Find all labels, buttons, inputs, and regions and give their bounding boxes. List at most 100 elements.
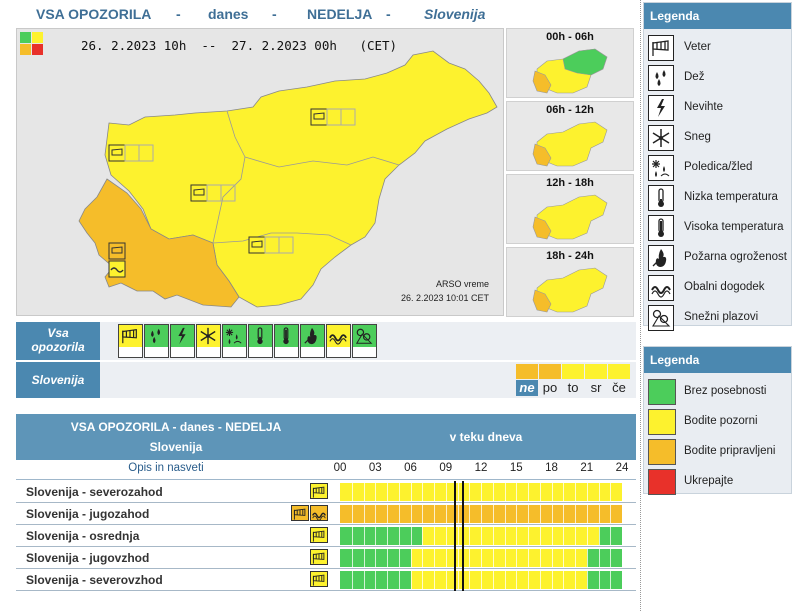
current-time-marker xyxy=(453,569,456,591)
fire-danger-warning-button[interactable] xyxy=(300,324,325,358)
mini-map-slot-4[interactable]: 18h - 24h xyxy=(506,247,634,317)
legend-item-wind: Veter xyxy=(648,35,793,61)
level-color-swatch xyxy=(648,379,676,405)
snow-warning-button[interactable] xyxy=(196,324,221,358)
hour-tick xyxy=(528,571,529,589)
wind-icon[interactable] xyxy=(310,527,328,543)
legend-item-thunderstorm: Nevihte xyxy=(648,95,793,121)
hour-tick xyxy=(469,527,471,545)
low-temperature-icon xyxy=(648,185,674,211)
hour-tick xyxy=(504,549,506,567)
thunderstorm-warning-button[interactable] xyxy=(170,324,195,358)
thunderstorm-icon xyxy=(648,95,674,121)
high-temperature-warning-button[interactable] xyxy=(274,324,299,358)
current-time-marker xyxy=(462,503,465,525)
hourly-timeline xyxy=(340,547,622,569)
coastal-event-icon[interactable] xyxy=(310,505,328,521)
hour-tick xyxy=(375,549,377,567)
hour-tick xyxy=(586,527,588,545)
level-label: Bodite pozorni xyxy=(684,415,758,427)
legend-item-label: Poledica/žled xyxy=(684,161,753,173)
hour-tick xyxy=(598,483,600,501)
hour-tick xyxy=(563,505,565,523)
coastal-event-warning-button[interactable] xyxy=(326,324,351,358)
mini-map-slot-1[interactable]: 00h - 06h xyxy=(506,28,634,98)
table-row[interactable]: Slovenija - osrednja xyxy=(16,525,636,547)
hour-tick xyxy=(492,527,494,545)
day-level-bar xyxy=(585,364,607,379)
hour-tick xyxy=(575,505,576,523)
hour-tick xyxy=(598,549,600,567)
hour-tick xyxy=(598,571,600,589)
hour-tick xyxy=(551,549,553,567)
hour-tick xyxy=(516,549,518,567)
level-color-swatch xyxy=(648,409,676,435)
wind-icon[interactable] xyxy=(291,505,309,521)
hour-tick xyxy=(445,483,447,501)
hourly-timeline xyxy=(340,503,622,525)
warning-map[interactable]: 26. 2.2023 10h -- 27. 2.2023 00h (CET) A… xyxy=(16,28,504,316)
header-weekday: NEDELJA xyxy=(307,6,373,22)
table-row[interactable]: Slovenija - severozahod xyxy=(16,481,636,503)
hour-tick xyxy=(445,505,447,523)
map-coastal-icon xyxy=(108,260,126,278)
hour-tick xyxy=(516,483,518,501)
hour-tick xyxy=(351,527,353,545)
wind-icon[interactable] xyxy=(310,571,328,587)
table-row[interactable]: Slovenija - jugozahod xyxy=(16,503,636,525)
hour-tick xyxy=(575,483,576,501)
mini-map-slot-3[interactable]: 12h - 18h xyxy=(506,174,634,244)
hour-tick xyxy=(434,549,435,567)
legend-item-label: Visoka temperatura xyxy=(684,221,784,233)
all-warnings-label: Vsa opozorila xyxy=(16,322,100,360)
avalanche-warning-button[interactable] xyxy=(352,324,377,358)
wind-icon[interactable] xyxy=(310,549,328,565)
hour-tick-label: 24 xyxy=(615,462,629,474)
hour-tick xyxy=(598,505,600,523)
wind-warning-button[interactable] xyxy=(118,324,143,358)
ice-icon xyxy=(648,155,674,181)
header-day: danes xyxy=(208,6,249,22)
legend-item-high-temperature: Visoka temperatura xyxy=(648,215,793,241)
header-sep: - xyxy=(272,6,277,22)
region-name: Slovenija - jugovzhod xyxy=(26,551,150,565)
hour-tick xyxy=(434,571,435,589)
ice-warning-button[interactable] xyxy=(222,324,247,358)
day-tab-label: če xyxy=(612,380,626,395)
low-temperature-warning-button[interactable] xyxy=(248,324,273,358)
map-credit: ARSO vreme 26. 2.2023 10:01 CET xyxy=(401,277,489,305)
hour-tick xyxy=(492,549,494,567)
hour-tick xyxy=(387,483,388,501)
page-header: VSA OPOZORILA - danes - NEDELJA - Sloven… xyxy=(16,2,636,28)
current-time-marker xyxy=(462,481,465,503)
description-advice-link[interactable]: Opis in nasveti xyxy=(16,462,316,474)
time-slot-maps: 00h - 06h 06h - 12h 12h - 18h 18h - 24h xyxy=(506,28,636,317)
hour-tick xyxy=(469,549,471,567)
hourly-timeline xyxy=(340,525,622,547)
hour-tick xyxy=(398,571,400,589)
map-credit-time: 26. 2.2023 10:01 CET xyxy=(400,293,489,303)
header-sep: - xyxy=(176,6,181,22)
hour-tick xyxy=(492,505,494,523)
table-row[interactable]: Slovenija - severovzhod xyxy=(16,569,636,591)
level-label: Brez posebnosti xyxy=(684,385,767,397)
day-tab-label: to xyxy=(567,380,579,395)
legend-item-label: Dež xyxy=(684,71,705,83)
header-region: Slovenija xyxy=(424,6,486,22)
day-tab-label: sr xyxy=(590,380,602,395)
hour-tick xyxy=(516,505,518,523)
region-name: Slovenija - severozahod xyxy=(26,485,163,499)
hour-tick xyxy=(375,505,377,523)
hour-tick xyxy=(516,527,518,545)
hour-tick xyxy=(422,483,424,501)
hour-tick xyxy=(363,505,365,523)
hour-tick xyxy=(398,483,400,501)
wind-icon[interactable] xyxy=(310,483,328,499)
table-row[interactable]: Slovenija - jugovzhod xyxy=(16,547,636,569)
hour-tick xyxy=(586,571,588,589)
rain-warning-button[interactable] xyxy=(144,324,169,358)
hour-tick xyxy=(528,549,529,567)
day-level-bar xyxy=(608,364,630,379)
hour-tick xyxy=(445,527,447,545)
mini-map-slot-2[interactable]: 06h - 12h xyxy=(506,101,634,171)
